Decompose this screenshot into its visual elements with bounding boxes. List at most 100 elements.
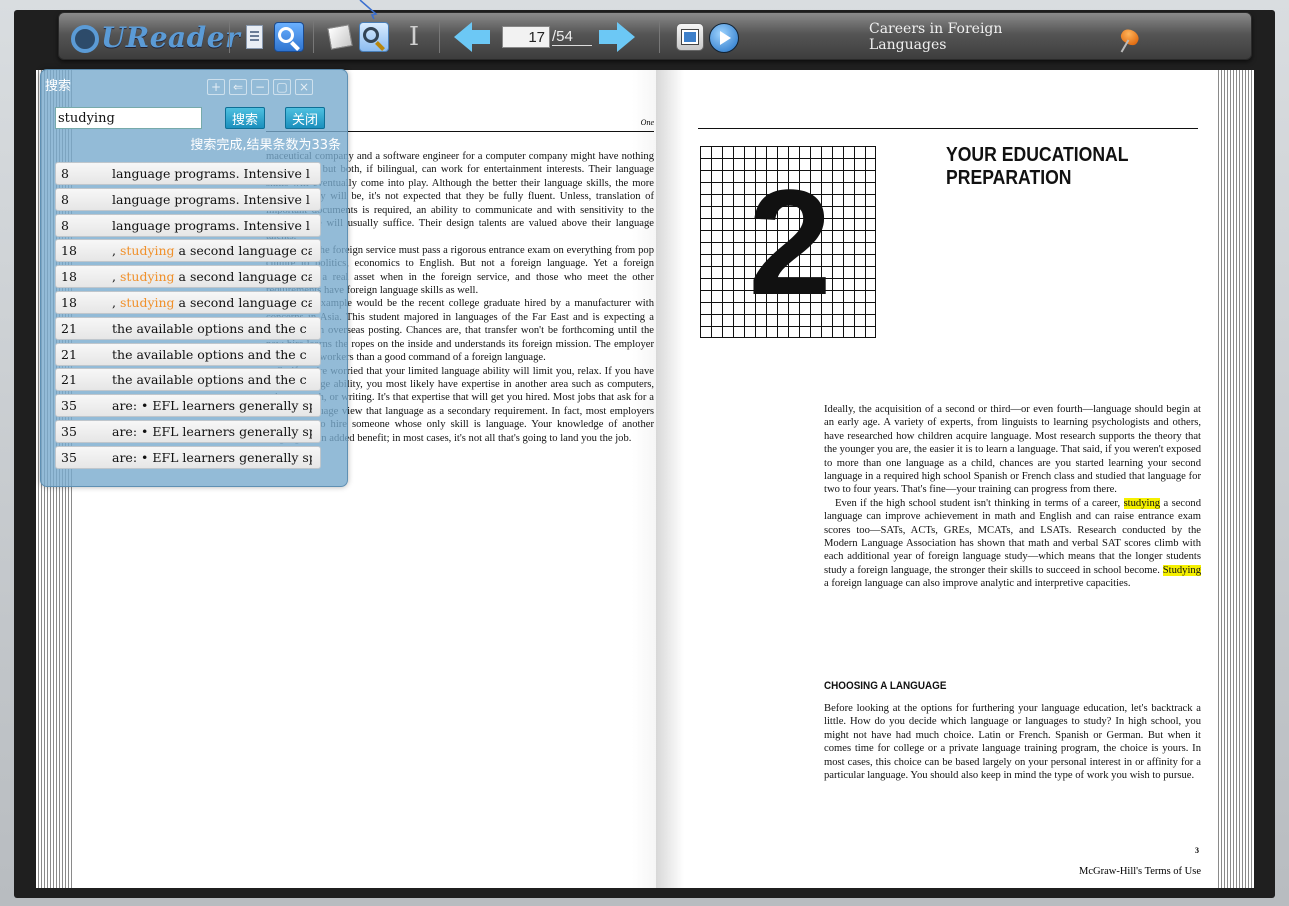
- result-page-number: 8: [61, 166, 69, 181]
- add-icon[interactable]: +: [207, 79, 225, 95]
- search-result-row[interactable]: 35 are: • EFL learners generally sp: [55, 445, 321, 469]
- result-snippet: language programs. Intensive l: [112, 218, 312, 233]
- snippet-text: the available options and the c: [112, 320, 307, 336]
- back-icon[interactable]: ⇐: [229, 79, 247, 95]
- search-result-row[interactable]: 21 the available options and the c: [55, 316, 321, 340]
- snippet-text: a second language ca: [174, 295, 312, 310]
- page-navigator: /54: [499, 26, 595, 48]
- page-number-input[interactable]: [502, 26, 550, 48]
- search-result-row[interactable]: 18, studying a second language ca: [55, 265, 321, 289]
- chapter-number: 2: [748, 157, 831, 326]
- chapter-label: One: [640, 118, 654, 127]
- snippet-keyword: studying: [119, 243, 175, 259]
- result-page-number: 21: [61, 320, 77, 336]
- right-page-body-2: Before looking at the options for furthe…: [824, 702, 1201, 782]
- search-result-row[interactable]: 18, studying a second language ca: [55, 291, 321, 314]
- maximize-icon[interactable]: ▢: [273, 79, 291, 95]
- search-icon[interactable]: [274, 22, 304, 52]
- search-result-row[interactable]: 35 are: • EFL learners generally sp: [55, 420, 321, 443]
- logo-text: UReader: [101, 20, 241, 54]
- logo-icon: [71, 25, 99, 53]
- search-input[interactable]: [55, 107, 202, 129]
- snippet-text: ,: [112, 295, 120, 310]
- result-snippet: , studying a second language ca: [112, 295, 312, 310]
- close-icon[interactable]: ×: [295, 79, 313, 95]
- snippet-text: are: • EFL learners generally sp: [112, 424, 312, 439]
- minimize-icon[interactable]: −: [251, 79, 269, 95]
- result-snippet: are: • EFL learners generally sp: [112, 424, 312, 439]
- mouse-cursor-icon: [359, 0, 378, 20]
- paragraph: Even if the high school student isn't th…: [824, 497, 1201, 591]
- snippet-text: language programs. Intensive l: [112, 217, 310, 233]
- result-snippet: language programs. Intensive l: [112, 166, 312, 181]
- search-highlight[interactable]: Studying: [1162, 564, 1201, 576]
- panel-window-buttons: + ⇐ − ▢ ×: [207, 79, 313, 95]
- toolbar-divider: [229, 21, 230, 53]
- result-snippet: language programs. Intensive l: [112, 192, 312, 207]
- page-number: 3: [1195, 846, 1199, 855]
- result-page-number: 8: [61, 191, 69, 207]
- toolbar: UReader I /54 Careers in Foreign Languag…: [58, 12, 1252, 60]
- result-page-number: 35: [61, 398, 77, 414]
- prev-page-icon[interactable]: [452, 20, 492, 54]
- page-footer[interactable]: McGraw-Hill's Terms of Use: [1056, 866, 1201, 877]
- result-snippet: the available options and the c: [112, 347, 312, 362]
- snippet-keyword: studying: [119, 269, 175, 285]
- result-page-number: 21: [61, 346, 77, 362]
- result-snippet: the available options and the c: [112, 372, 312, 387]
- result-page-number: 18: [61, 269, 77, 285]
- pin-icon[interactable]: [1115, 21, 1145, 53]
- panel-title: 搜索: [45, 79, 72, 94]
- result-page-number: 35: [61, 424, 77, 439]
- header-rule: [698, 128, 1198, 129]
- screenshot-icon[interactable]: [676, 23, 704, 51]
- toolbar-divider: [439, 21, 440, 53]
- result-snippet: , studying a second language ca: [112, 243, 312, 258]
- paragraph: Before looking at the options for furthe…: [824, 703, 1201, 782]
- search-highlight[interactable]: studying: [1123, 497, 1161, 509]
- book-title: Careers in Foreign Languages: [869, 21, 1003, 53]
- snippet-text: the available options and the c: [112, 372, 307, 388]
- search-result-row[interactable]: 8 language programs. Intensive l: [55, 162, 321, 185]
- search-result-row[interactable]: 21 the available options and the c: [55, 368, 321, 392]
- search-result-row[interactable]: 18 , studying a second language ca: [55, 239, 321, 263]
- toolbar-divider: [313, 21, 314, 53]
- result-snippet: are: • EFL learners generally sp: [112, 450, 312, 465]
- result-page-number: 18: [61, 243, 77, 259]
- snippet-text: the available options and the c: [112, 346, 307, 362]
- find-icon[interactable]: [359, 22, 389, 52]
- search-result-row[interactable]: 35 are: • EFL learners generally sp: [55, 394, 321, 418]
- search-result-row[interactable]: 8 language programs. Intensive l: [55, 187, 321, 211]
- text-run: a foreign language can also improve anal…: [824, 578, 1131, 590]
- section-heading: CHOOSING A LANGUAGE: [824, 680, 947, 692]
- result-snippet: , studying a second language ca: [112, 269, 312, 284]
- search-button[interactable]: 搜索: [225, 107, 265, 129]
- snippet-text: are: • EFL learners generally sp: [112, 398, 312, 414]
- search-result-row[interactable]: 21 the available options and the c: [55, 342, 321, 366]
- paragraph: Ideally, the acquisition of a second or …: [824, 404, 1201, 496]
- close-button[interactable]: 关闭: [285, 107, 325, 129]
- toolbar-divider: [659, 21, 660, 53]
- next-page-icon[interactable]: [597, 20, 637, 54]
- page-view-icon[interactable]: [239, 22, 269, 52]
- text-select-icon[interactable]: I: [399, 22, 429, 52]
- snippet-text: ,: [112, 269, 120, 285]
- result-snippet: are: • EFL learners generally sp: [112, 398, 312, 413]
- play-icon[interactable]: [709, 23, 739, 53]
- search-results-list: 8 language programs. Intensive l 8 language…: [55, 162, 337, 471]
- page-stack-right: [1216, 70, 1254, 888]
- app-logo: UReader: [71, 19, 240, 55]
- search-status: 搜索完成,结果条数为33条: [190, 138, 341, 153]
- annotate-icon[interactable]: [325, 22, 355, 52]
- right-page-body: Ideally, the acquisition of a second or …: [824, 403, 1201, 591]
- snippet-keyword: studying: [119, 295, 175, 310]
- search-result-row[interactable]: 8 language programs. Intensive l: [55, 213, 321, 237]
- result-page-number: 35: [61, 449, 77, 465]
- search-panel: 搜索 + ⇐ − ▢ × 搜索 关闭 搜索完成,结果条数为33条 8 langua…: [40, 69, 348, 487]
- snippet-text: language programs. Intensive l: [112, 191, 310, 207]
- right-page[interactable]: 2 YOUR EDUCATIONAL PREPARATION Ideally, …: [656, 70, 1216, 888]
- snippet-text: a second language ca: [174, 269, 312, 285]
- snippet-text: a second language ca: [174, 243, 312, 259]
- result-page-number: 18: [61, 295, 77, 310]
- page-total: /54: [552, 28, 592, 46]
